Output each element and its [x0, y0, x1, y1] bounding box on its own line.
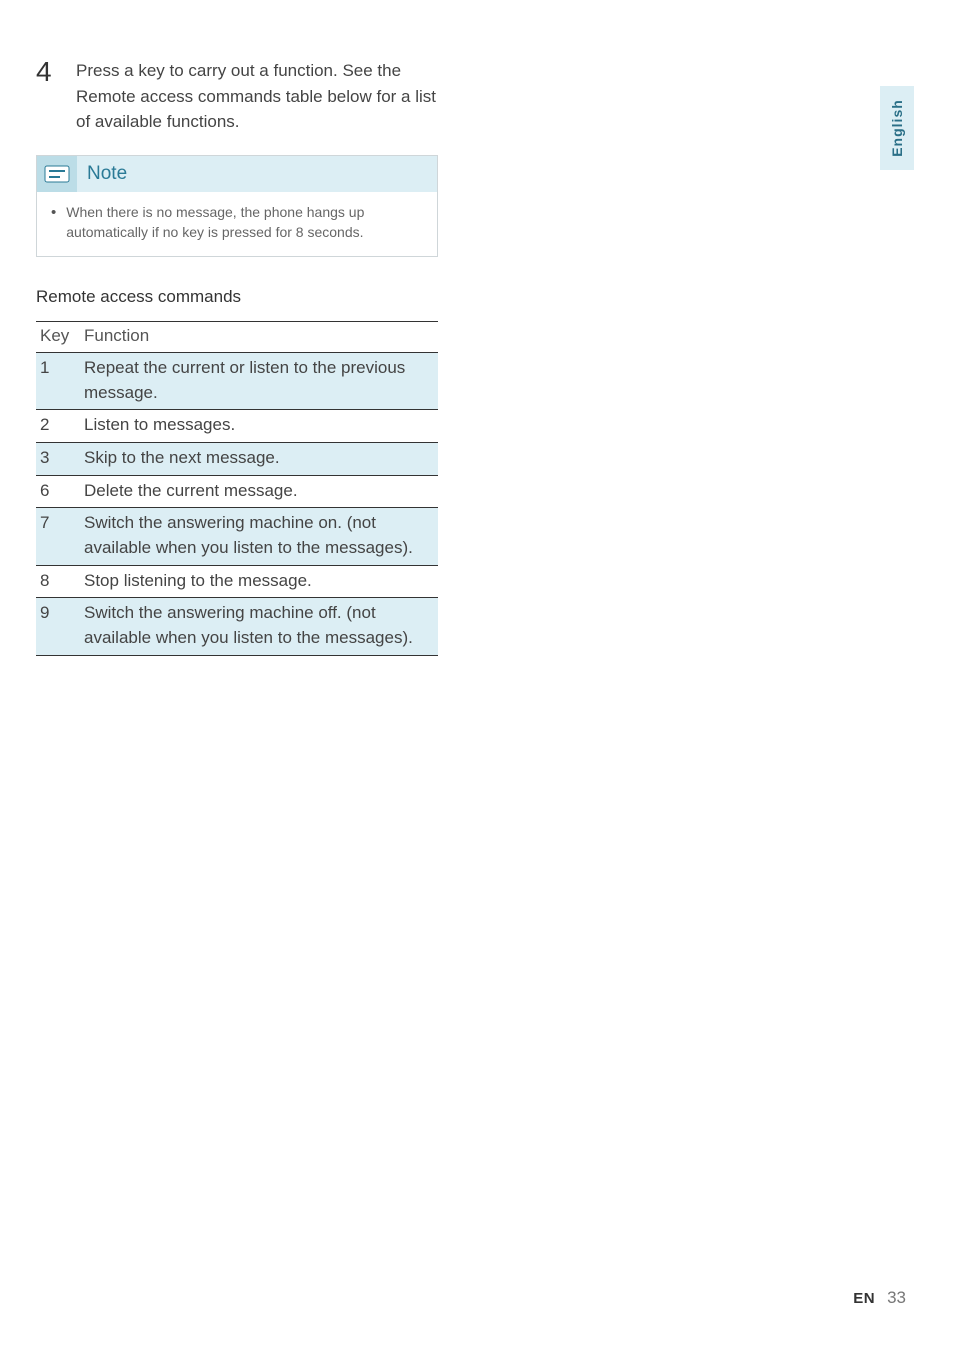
step-block: 4 Press a key to carry out a function. S… — [36, 58, 438, 135]
cell-key: 8 — [36, 565, 80, 598]
table-row: 3Skip to the next message. — [36, 443, 438, 476]
page-footer: EN 33 — [853, 1288, 906, 1308]
footer-lang: EN — [853, 1290, 875, 1307]
note-box: Note • When there is no message, the pho… — [36, 155, 438, 258]
table-title: Remote access commands — [36, 287, 438, 307]
cell-key: 7 — [36, 508, 80, 565]
commands-table: Key Function 1Repeat the current or list… — [36, 321, 438, 655]
note-bullet: • When there is no message, the phone ha… — [51, 202, 423, 243]
cell-key: 9 — [36, 598, 80, 655]
table-row: 2Listen to messages. — [36, 410, 438, 443]
header-key: Key — [36, 322, 80, 353]
note-icon — [37, 156, 77, 192]
cell-function: Skip to the next message. — [80, 443, 438, 476]
cell-function: Listen to messages. — [80, 410, 438, 443]
note-text: When there is no message, the phone hang… — [66, 202, 423, 243]
cell-key: 6 — [36, 475, 80, 508]
footer-page: 33 — [887, 1288, 906, 1308]
note-body: • When there is no message, the phone ha… — [37, 192, 437, 257]
step-text: Press a key to carry out a function. See… — [76, 58, 438, 135]
page-root: 4 Press a key to carry out a function. S… — [0, 0, 954, 1350]
note-header: Note — [37, 156, 437, 192]
cell-function: Stop listening to the message. — [80, 565, 438, 598]
cell-key: 1 — [36, 353, 80, 410]
table-row: 7Switch the answering machine on. (not a… — [36, 508, 438, 565]
main-column: 4 Press a key to carry out a function. S… — [36, 58, 438, 656]
cell-function: Switch the answering machine on. (not av… — [80, 508, 438, 565]
table-header-row: Key Function — [36, 322, 438, 353]
table-row: 6Delete the current message. — [36, 475, 438, 508]
note-label: Note — [87, 163, 127, 185]
cell-function: Repeat the current or listen to the prev… — [80, 353, 438, 410]
cell-key: 3 — [36, 443, 80, 476]
note-label-wrap: Note — [77, 156, 437, 192]
cell-function: Switch the answering machine off. (not a… — [80, 598, 438, 655]
language-tab: English — [880, 86, 914, 170]
table-row: 1Repeat the current or listen to the pre… — [36, 353, 438, 410]
step-number: 4 — [36, 58, 60, 135]
cell-function: Delete the current message. — [80, 475, 438, 508]
table-row: 9Switch the answering machine off. (not … — [36, 598, 438, 655]
header-function: Function — [80, 322, 438, 353]
bullet-dot: • — [51, 202, 56, 243]
table-row: 8Stop listening to the message. — [36, 565, 438, 598]
cell-key: 2 — [36, 410, 80, 443]
language-tab-label: English — [889, 99, 905, 157]
